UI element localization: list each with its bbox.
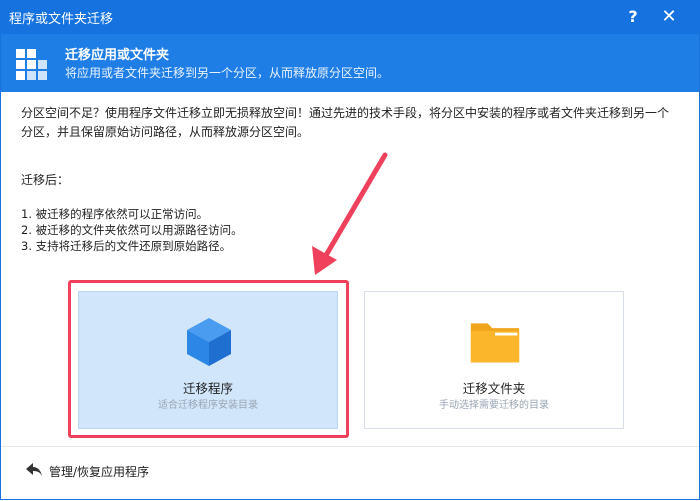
description-line: 分区空间不足？使用程序文件迁移立即无损释放空间！通过先进的技术手段，将分区中安装… [21, 106, 670, 120]
migrate-folder-card[interactable]: 迁移文件夹 手动选择需要迁移的目录 [364, 291, 624, 429]
folder-icon [470, 323, 520, 363]
benefit-item: 1. 被迁移的程序依然可以正常访问。 [21, 207, 209, 221]
header-subtitle: 将应用或者文件夹迁移到另一个分区，从而释放原分区空间。 [65, 66, 390, 80]
title-bar[interactable]: 程序或文件夹迁移 ? ✕ [1, 1, 699, 34]
highlight-box [68, 280, 349, 438]
benefit-item: 3. 支持将迁移后的文件还原到原始路径。 [21, 239, 232, 253]
close-button[interactable]: ✕ [657, 6, 681, 28]
footer-link-label: 管理/恢复应用程序 [49, 465, 150, 479]
help-button[interactable]: ? [621, 6, 645, 28]
migration-dialog: 程序或文件夹迁移 ? ✕ 迁移应用或文件夹 将应用或者文件夹迁移到另一个分区，从… [0, 0, 700, 500]
back-arrow-icon [26, 463, 42, 476]
benefit-list: 1. 被迁移的程序依然可以正常访问。 2. 被迁移的文件夹依然可以用源路径访问。… [21, 206, 243, 254]
description: 分区空间不足？使用程序文件迁移立即无损释放空间！通过先进的技术手段，将分区中安装… [21, 104, 681, 142]
header-band: 迁移应用或文件夹 将应用或者文件夹迁移到另一个分区，从而释放原分区空间。 [1, 34, 699, 92]
card-title: 迁移文件夹 [462, 381, 526, 396]
app-grid-icon [16, 49, 47, 80]
after-migration-title: 迁移后： [21, 173, 70, 187]
header-title: 迁移应用或文件夹 [65, 48, 170, 63]
card-subtitle: 手动选择需要迁移的目录 [439, 400, 549, 411]
footer-divider [1, 446, 699, 447]
description-line: 分区，并且保留原始访问路径，从而释放源分区空间。 [21, 125, 310, 139]
benefit-item: 2. 被迁移的文件夹依然可以用源路径访问。 [21, 223, 243, 237]
window-title: 程序或文件夹迁移 [9, 12, 114, 27]
